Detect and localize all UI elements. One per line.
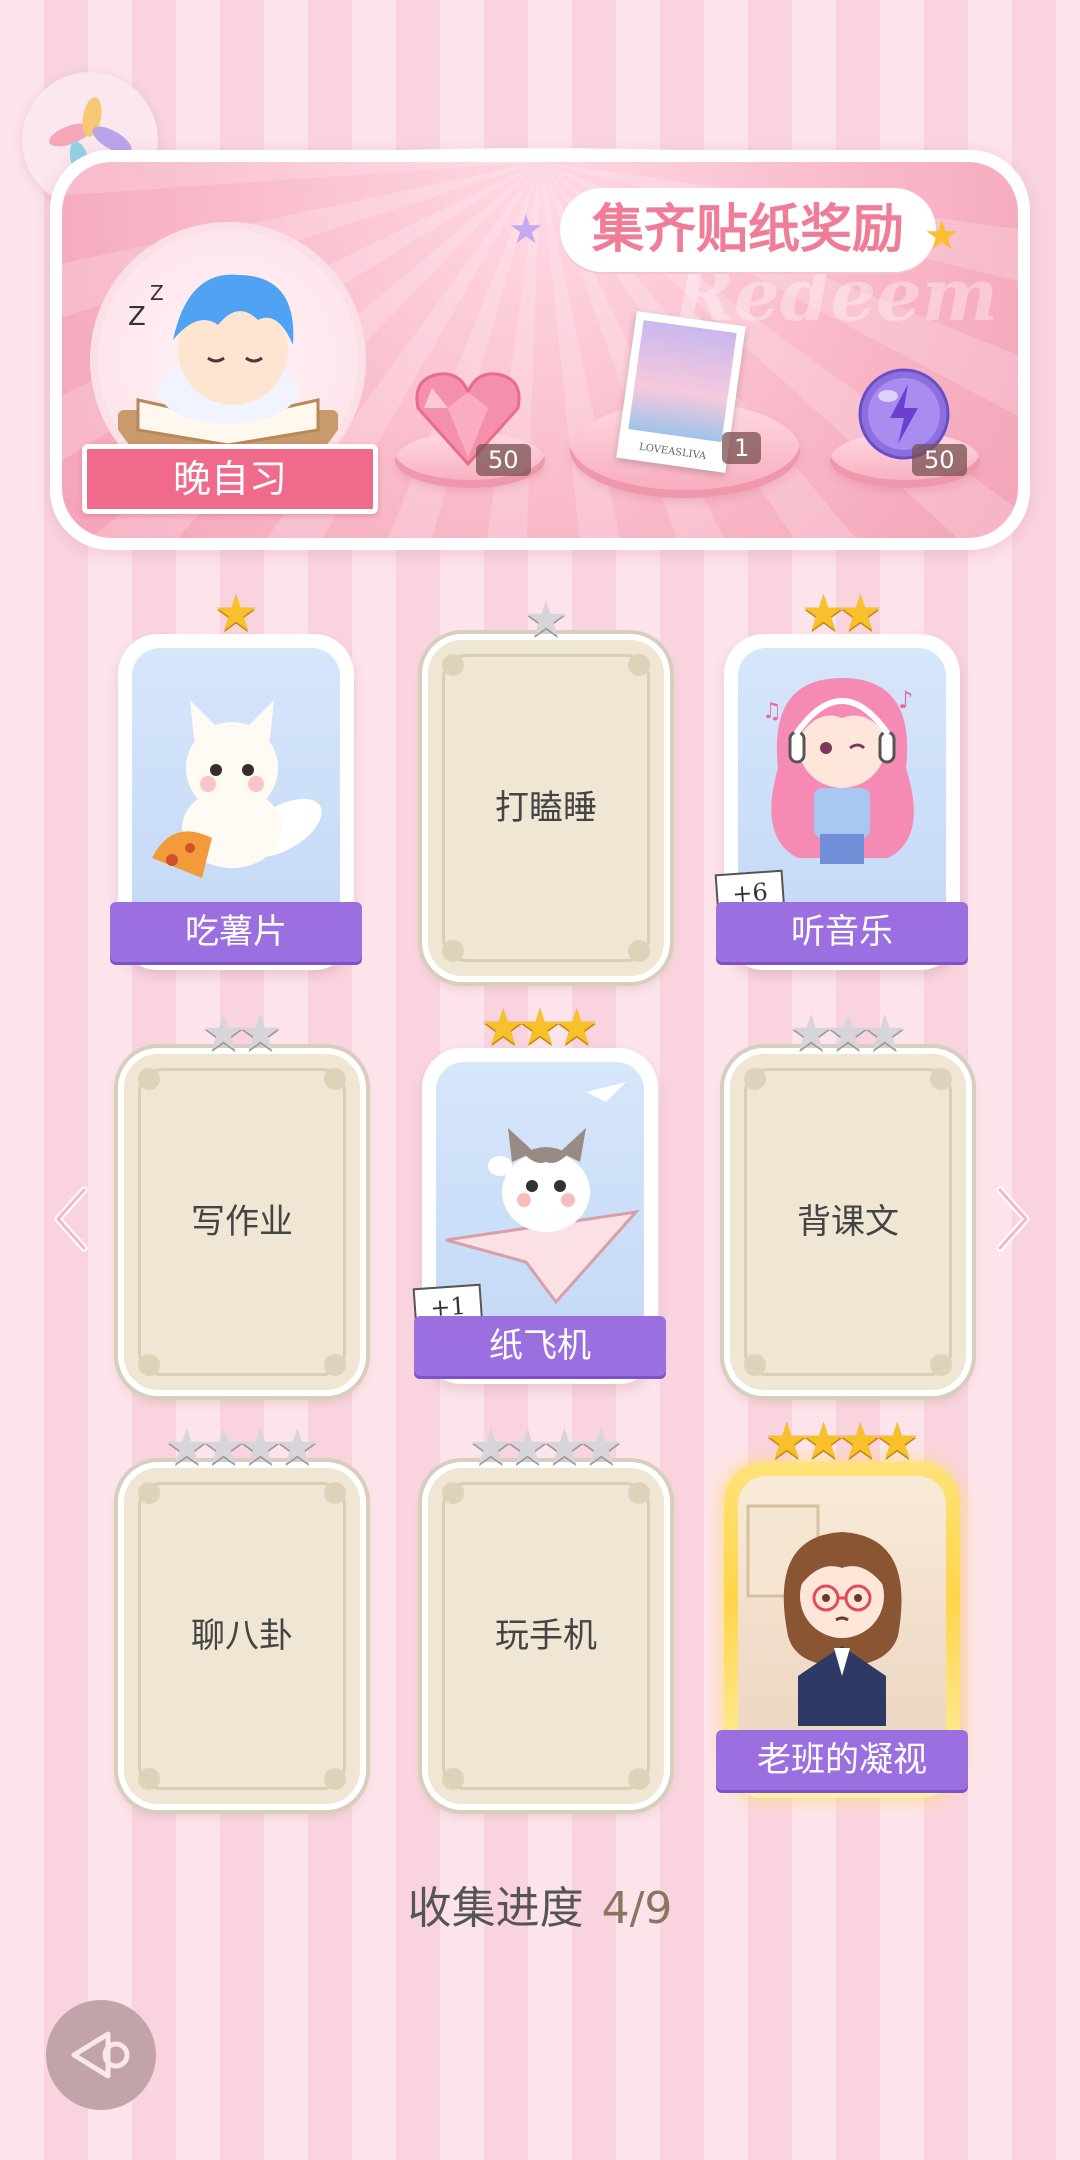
gold-star-icon: ★ [874,1412,920,1470]
chevron-right-icon[interactable] [994,1184,1034,1254]
sticker-card-locked[interactable]: ★ 打瞌睡 [422,594,670,982]
silver-star-icon: ★ [274,1418,320,1476]
back-button[interactable] [46,2000,156,2110]
purple-star-icon: ★ [508,207,544,253]
star-rating: ★ [118,588,354,638]
sticker-card[interactable]: ★ 吃薯片 [110,588,362,970]
star-rating: ★ ★ ★ [422,1002,658,1052]
progress-label: 收集进度 [407,1883,584,1934]
sticker-card-locked[interactable]: ★ ★ ★ 背课文 [724,1008,972,1396]
gold-star-icon: ★ [838,584,883,642]
reward-count-badge: 1 [722,432,762,464]
silver-star-icon: ★ [578,1418,624,1476]
sticker-card-label: 聊八卦 [191,1616,293,1656]
sticker-card-label: 打瞌睡 [495,788,597,828]
white-fox-illustration [152,700,322,878]
silver-star-icon: ★ [238,1004,283,1062]
sticker-card-rare[interactable]: ★ ★ ★ ★ 老班的凝视 [716,1416,968,1798]
sticker-card-locked[interactable]: ★ ★ ★ ★ 聊八卦 [118,1422,366,1810]
silver-star-icon: ★ [862,1004,908,1062]
sticker-card-label: 老班的凝视 [716,1730,968,1790]
svg-text:♫: ♫ [762,699,782,724]
star-rating: ★ ★ ★ ★ [428,1422,664,1472]
progress-value: 4/9 [601,1883,673,1934]
banner-title: 集齐贴纸奖励 [560,188,937,272]
sticker-card-label: 玩手机 [495,1616,597,1656]
gold-star-icon: ★ [554,998,600,1056]
gold-star-icon: ★ [213,584,259,642]
star-rating: ★ ★ [124,1008,360,1058]
star-rating: ★ ★ ★ ★ [124,1422,360,1472]
star-rating: ★ ★ [724,588,960,638]
music-girl-illustration: ♪ ♫ [762,678,914,864]
svg-text:Z: Z [150,281,164,305]
svg-text:Z: Z [128,302,146,332]
reward-count-badge: 50 [912,444,967,476]
sticker-card[interactable]: ★ ★ ★ +1 纸飞机 [412,1002,666,1384]
sticker-card-label: 纸飞机 [414,1316,666,1376]
gold-star-icon: ★ [924,213,960,259]
star-rating: ★ [428,594,664,644]
teacher-girl-illustration [746,1504,902,1726]
sticker-card-label: 吃薯片 [110,902,362,962]
star-rating: ★ ★ ★ ★ [724,1416,960,1466]
svg-text:♪: ♪ [898,686,913,714]
event-name-label: 晚自习 [82,444,378,514]
reward-count-badge: 50 [476,444,531,476]
paper-plane-cat-illustration [445,1082,640,1305]
silver-star-icon: ★ [523,590,569,648]
chevron-left-icon[interactable] [50,1184,90,1254]
sticker-card-label: 背课文 [797,1202,899,1242]
star-rating: ★ ★ ★ [730,1008,966,1058]
sticker-card-locked[interactable]: ★ ★ ★ ★ 玩手机 [422,1422,670,1810]
sticker-card-label: 听音乐 [716,902,968,962]
back-arrow-icon [71,2031,130,2079]
sticker-card-label: 写作业 [191,1202,293,1242]
sticker-card-locked[interactable]: ★ ★ 写作业 [118,1008,366,1396]
sticker-card[interactable]: ★ ★ ♪ ♫ +6 听音乐 [714,588,968,970]
collection-progress: 收集进度 4/9 [0,1872,1080,1936]
